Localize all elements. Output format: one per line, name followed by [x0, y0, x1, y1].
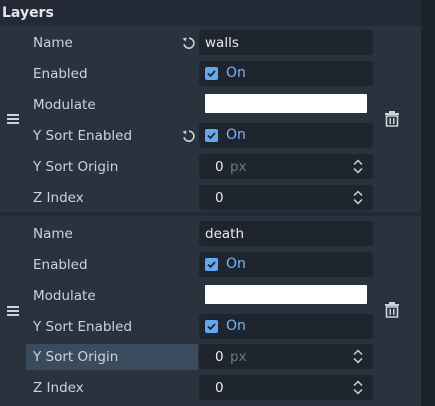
- field-label-z-index: Z Index: [33, 380, 84, 396]
- y-sort-enabled-value: On: [226, 318, 246, 334]
- revert-icon[interactable]: [180, 128, 196, 144]
- enabled-row: Enabled On: [26, 249, 376, 279]
- spinner-arrows-icon[interactable]: [353, 349, 363, 364]
- checkbox-checked-icon[interactable]: [205, 67, 218, 80]
- y-sort-origin-unit: px: [230, 159, 247, 175]
- revert-icon[interactable]: [180, 35, 196, 51]
- y-sort-enabled-toggle[interactable]: On: [199, 314, 373, 339]
- y-sort-origin-value: 0: [215, 349, 224, 365]
- enabled-value: On: [226, 256, 246, 272]
- inspector-scrollbar[interactable]: [421, 0, 435, 406]
- field-label-y-sort-origin: Y Sort Origin: [33, 349, 119, 365]
- field-label-enabled: Enabled: [33, 257, 88, 273]
- section-title: Layers: [2, 5, 54, 21]
- modulate-color-picker[interactable]: [205, 285, 367, 304]
- y-sort-enabled-row: Y Sort Enabled On: [26, 120, 376, 150]
- layers-section-header[interactable]: Layers: [0, 0, 421, 26]
- y-sort-origin-row: Y Sort Origin 0 px: [26, 341, 376, 371]
- enabled-row: Enabled On: [26, 58, 376, 88]
- checkbox-checked-icon[interactable]: [205, 129, 218, 142]
- field-label-z-index: Z Index: [33, 190, 84, 206]
- checkbox-checked-icon[interactable]: [205, 258, 218, 271]
- layer-name-value: death: [205, 226, 244, 242]
- y-sort-origin-row: Y Sort Origin 0 px: [26, 151, 376, 181]
- y-sort-origin-unit: px: [230, 349, 247, 365]
- modulate-row: Modulate: [26, 89, 376, 119]
- layer-name-row: Name walls: [26, 27, 376, 57]
- drag-handle-icon[interactable]: [0, 300, 26, 322]
- z-index-row: Z Index 0: [26, 182, 376, 212]
- enabled-toggle[interactable]: On: [199, 61, 373, 86]
- z-index-value: 0: [215, 190, 224, 206]
- trash-icon[interactable]: [382, 109, 402, 129]
- field-label-modulate: Modulate: [33, 97, 96, 113]
- spinner-arrows-icon[interactable]: [353, 190, 363, 205]
- field-label-name: Name: [33, 35, 73, 51]
- z-index-spinbox[interactable]: 0: [199, 375, 373, 400]
- z-index-row: Z Index 0: [26, 372, 376, 402]
- field-label-y-sort-enabled: Y Sort Enabled: [33, 319, 133, 335]
- checkbox-checked-icon[interactable]: [205, 320, 218, 333]
- field-label-y-sort-origin: Y Sort Origin: [33, 159, 119, 175]
- layer-item-death: Name death Enabled On Modulate Y Sort En…: [0, 216, 421, 406]
- y-sort-enabled-row: Y Sort Enabled On: [26, 311, 376, 341]
- field-label-enabled: Enabled: [33, 66, 88, 82]
- field-label-modulate: Modulate: [33, 288, 96, 304]
- spinner-arrows-icon[interactable]: [353, 159, 363, 174]
- layer-name-value: walls: [205, 35, 239, 51]
- enabled-value: On: [226, 65, 246, 81]
- y-sort-origin-spinbox[interactable]: 0 px: [199, 344, 373, 369]
- layer-name-field[interactable]: walls: [199, 30, 373, 55]
- trash-icon[interactable]: [382, 300, 402, 320]
- layer-name-field[interactable]: death: [199, 221, 373, 246]
- modulate-row: Modulate: [26, 280, 376, 310]
- y-sort-enabled-toggle[interactable]: On: [199, 123, 373, 148]
- y-sort-origin-spinbox[interactable]: 0 px: [199, 154, 373, 179]
- z-index-spinbox[interactable]: 0: [199, 185, 373, 210]
- field-label-name: Name: [33, 226, 73, 242]
- field-label-y-sort-enabled: Y Sort Enabled: [33, 128, 133, 144]
- enabled-toggle[interactable]: On: [199, 252, 373, 277]
- z-index-value: 0: [215, 380, 224, 396]
- modulate-color-picker[interactable]: [205, 94, 367, 113]
- spinner-arrows-icon[interactable]: [353, 380, 363, 395]
- y-sort-enabled-value: On: [226, 127, 246, 143]
- layer-item-walls: Name walls Enabled On Modulate Y Sort En…: [0, 26, 421, 212]
- layer-name-row: Name death: [26, 218, 376, 248]
- y-sort-origin-value: 0: [215, 159, 224, 175]
- drag-handle-icon[interactable]: [0, 108, 26, 130]
